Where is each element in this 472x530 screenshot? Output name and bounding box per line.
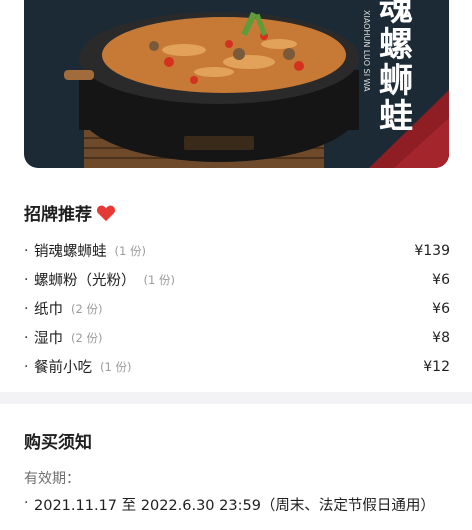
bullet: ·	[24, 271, 29, 288]
section-divider	[0, 392, 472, 404]
banner-title-char: 螺	[379, 25, 413, 65]
menu-item-qty: (2 份)	[71, 301, 103, 316]
bullet: ·	[24, 358, 29, 375]
menu-item-qty: (2 份)	[71, 330, 103, 345]
bullet: ·	[24, 495, 29, 511]
menu-item: · 餐前小吃 (1 份) ¥12	[24, 352, 450, 381]
menu-item-name: 纸巾	[34, 302, 63, 318]
bullet: ·	[24, 300, 29, 317]
bullet: ·	[24, 329, 29, 346]
validity-row: · 2021.11.17 至 2022.6.30 23:59（周末、法定节假日通…	[24, 494, 454, 518]
bullet: ·	[24, 242, 29, 259]
menu-item: · 纸巾 (2 份) ¥6	[24, 294, 450, 323]
product-banner-image: 魂 螺 蛳 蛙 销 XIAOHUN LUO SI WA	[24, 0, 449, 168]
notes-title-text: 购买须知	[24, 433, 92, 453]
menu-item-name: 螺蛳粉（光粉）	[34, 273, 136, 289]
menu-item-name: 湿巾	[34, 331, 63, 347]
menu-item: · 湿巾 (2 份) ¥8	[24, 323, 450, 352]
menu-item-qty: (1 份)	[143, 272, 175, 287]
validity-label: 有效期：	[24, 471, 80, 487]
menu-item-qty: (1 份)	[100, 359, 132, 374]
menu-item-qty: (1 份)	[114, 243, 146, 258]
menu-item-name: 餐前小吃	[34, 360, 92, 376]
menu-item-price: ¥6	[432, 300, 450, 317]
menu-item-name: 销魂螺蛳蛙	[34, 244, 107, 260]
menu-item: · 销魂螺蛳蛙 (1 份) ¥139	[24, 236, 450, 265]
heart-icon	[96, 205, 116, 221]
menu-item: · 螺蛳粉（光粉） (1 份) ¥6	[24, 265, 450, 294]
banner-title-char: 蛙	[379, 97, 413, 137]
banner-title-char: 蛳	[379, 61, 413, 101]
menu-item-price: ¥6	[432, 271, 450, 288]
section-title-notes: 购买须知	[24, 428, 92, 453]
purchase-notes-section: 购买须知 有效期： · 2021.11.17 至 2022.6.30 23:59…	[0, 404, 472, 530]
section-title-recommend: 招牌推荐	[24, 200, 116, 225]
banner-title-char: 销	[334, 0, 364, 2]
banner-subtitle: XIAOHUN LUO SI WA	[362, 10, 371, 92]
validity-text: 2021.11.17 至 2022.6.30 23:59（周末、法定节假日通用）	[34, 498, 435, 514]
menu-item-price: ¥12	[423, 358, 450, 375]
signature-recommend-section: 招牌推荐 · 销魂螺蛳蛙 (1 份) ¥139 · 螺蛳粉（光粉） (1 份) …	[0, 178, 472, 386]
menu-item-price: ¥8	[432, 329, 450, 346]
product-banner: 魂 螺 蛳 蛙 销 XIAOHUN LUO SI WA	[24, 0, 449, 168]
menu-item-price: ¥139	[414, 242, 450, 259]
recommend-title-text: 招牌推荐	[24, 205, 92, 225]
menu-item-list: · 销魂螺蛳蛙 (1 份) ¥139 · 螺蛳粉（光粉） (1 份) ¥6 · …	[24, 236, 450, 381]
